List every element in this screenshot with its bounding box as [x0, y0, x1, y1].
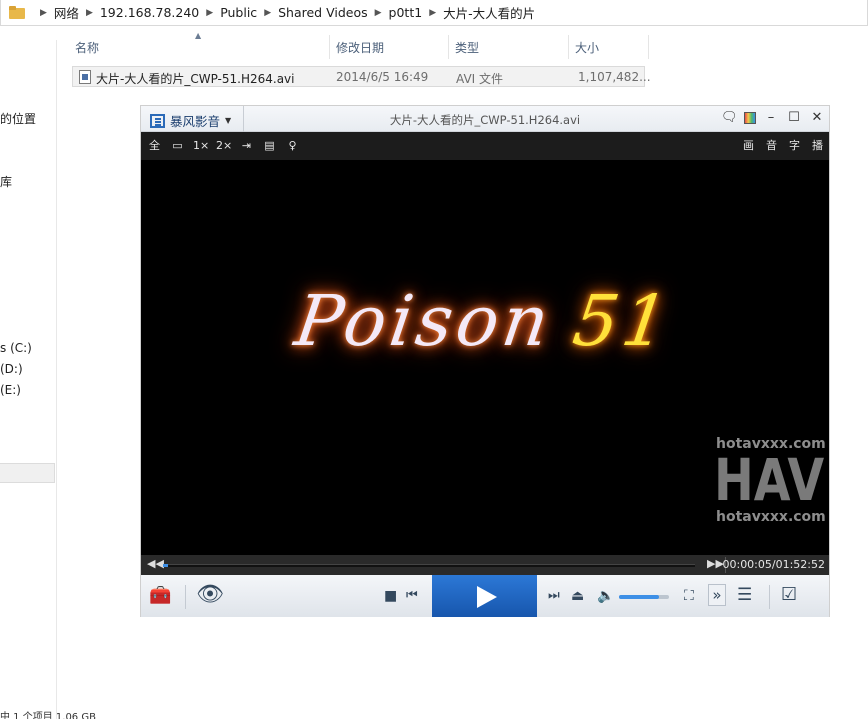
breadcrumb-p0tt1[interactable]: p0tt1	[389, 5, 423, 20]
size-2x-icon[interactable]: 2×	[216, 138, 232, 153]
player-top-toolbar: 全 ▭ 1× 2× ⇥ ▤ ♀ 画 音 字 播	[141, 132, 829, 160]
skin-icon[interactable]	[744, 112, 756, 124]
play-button[interactable]	[432, 575, 537, 617]
size-1x-icon[interactable]: 1×	[193, 138, 209, 153]
chevron-right-icon: ▶	[264, 7, 272, 18]
status-bar-text: 中 1 个项目 1.06 GB	[0, 712, 96, 719]
breadcrumb-current-folder[interactable]: 大片-大人看的片	[443, 3, 535, 22]
window-buttons: 🗨 – ☐ ✕	[721, 110, 825, 126]
watermark-logo: HAV	[714, 446, 825, 514]
nav-item-recent-places[interactable]: 的位置	[0, 110, 36, 127]
toolbox-icon[interactable]: 🧰	[149, 586, 171, 606]
file-size: 1,107,482...	[578, 70, 651, 84]
playback-settings-button[interactable]: 播	[810, 138, 825, 153]
breadcrumb-host[interactable]: 192.168.78.240	[100, 5, 199, 20]
volume-icon[interactable]: 🔈	[597, 586, 614, 606]
playlist-icon[interactable]: ☰	[737, 585, 752, 605]
video-title-text: Poison 51	[290, 280, 677, 362]
column-header-size[interactable]: 大小	[569, 35, 649, 59]
fit-window-icon[interactable]: ⇥	[239, 138, 254, 153]
video-title-word: Poison	[290, 280, 558, 362]
control-divider	[185, 585, 186, 609]
column-date-label: 修改日期	[336, 40, 385, 55]
watermark-url-bottom: hotavxxx.com	[716, 509, 826, 525]
breadcrumb: ▶ 网络 ▶ 192.168.78.240 ▶ Public ▶ Shared …	[33, 3, 535, 22]
stop-button[interactable]: ■	[384, 586, 397, 606]
mini-mode-icon[interactable]: ▤	[262, 138, 277, 153]
window-mode-icon[interactable]: ▭	[170, 138, 185, 153]
rewind-icon[interactable]: ◀◀	[147, 557, 164, 570]
column-header-type[interactable]: 类型	[449, 35, 569, 59]
eject-open-file-button[interactable]: ⏏	[571, 586, 584, 606]
column-header-name[interactable]: 名称	[72, 35, 330, 59]
address-bar[interactable]: ▶ 网络 ▶ 192.168.78.240 ▶ Public ▶ Shared …	[0, 0, 868, 26]
expand-panel-button[interactable]: »	[708, 584, 726, 606]
column-header-date[interactable]: 修改日期	[330, 35, 449, 59]
folder-icon	[9, 6, 25, 19]
nav-item-drive-c[interactable]: s (C:)	[0, 341, 32, 355]
breadcrumb-public[interactable]: Public	[220, 5, 257, 20]
check-settings-icon[interactable]: ☑	[781, 585, 797, 605]
video-file-icon	[79, 69, 91, 84]
chevron-right-icon: ▶	[429, 7, 437, 18]
fast-forward-icon[interactable]: ▶▶	[707, 557, 724, 570]
chevron-right-icon: ▶	[85, 7, 93, 18]
video-title-number: 51	[568, 280, 677, 362]
nav-item-network-selected[interactable]	[0, 463, 55, 483]
close-button[interactable]: ✕	[809, 110, 825, 126]
file-name: 大片-大人看的片_CWP-51.H264.avi	[96, 72, 295, 86]
seek-bar: ◀◀ ▶▶ 00:00:05/01:52:52	[141, 555, 829, 575]
file-type: AVI 文件	[456, 72, 504, 86]
playback-time: 00:00:05/01:52:52	[722, 558, 825, 571]
fullscreen-button[interactable]: ⛶	[684, 586, 694, 606]
breadcrumb-shared-videos[interactable]: Shared Videos	[278, 5, 368, 20]
maximize-button[interactable]: ☐	[786, 110, 802, 126]
volume-slider[interactable]	[619, 595, 669, 599]
nav-item-libraries[interactable]: 库	[0, 173, 12, 190]
fullscreen-icon[interactable]: 全	[147, 138, 162, 153]
light-icon[interactable]: ♀	[285, 138, 300, 153]
play-icon	[477, 586, 497, 608]
progress-track[interactable]	[163, 564, 695, 567]
file-row[interactable]: 大片-大人看的片_CWP-51.H264.avi 2014/6/5 16:49 …	[72, 66, 651, 87]
eye-icon[interactable]: 👁	[196, 584, 224, 606]
progress-fill	[163, 564, 169, 567]
previous-button[interactable]: ⏮	[406, 586, 418, 606]
minimize-button[interactable]: –	[763, 110, 779, 126]
navigation-pane: 的位置 库 s (C:) (D:) (E:)	[0, 40, 57, 719]
volume-fill	[619, 595, 659, 599]
column-size-label: 大小	[575, 40, 600, 55]
breadcrumb-network[interactable]: 网络	[54, 3, 79, 22]
next-button[interactable]: ⏭	[548, 586, 560, 606]
chat-icon[interactable]: 🗨	[721, 110, 738, 126]
subtitle-settings-button[interactable]: 字	[787, 138, 802, 153]
audio-settings-button[interactable]: 音	[764, 138, 779, 153]
chevron-right-icon: ▶	[40, 7, 47, 18]
file-date: 2014/6/5 16:49	[336, 70, 429, 84]
media-player-window[interactable]: 暴风影音 ▼ 大片-大人看的片_CWP-51.H264.avi 🗨 – ☐ ✕ …	[140, 105, 830, 617]
picture-settings-button[interactable]: 画	[741, 138, 756, 153]
video-area[interactable]: Poison 51 hotavxxx.com HAV hotavxxx.com	[141, 160, 829, 555]
control-divider	[769, 585, 770, 609]
nav-item-drive-e[interactable]: (E:)	[0, 383, 21, 397]
nav-item-drive-d[interactable]: (D:)	[0, 362, 23, 376]
chevron-right-icon: ▶	[206, 7, 214, 18]
column-type-label: 类型	[455, 40, 480, 55]
chevron-right-icon: ▶	[374, 7, 382, 18]
player-title-bar[interactable]: 暴风影音 ▼ 大片-大人看的片_CWP-51.H264.avi 🗨 – ☐ ✕	[141, 106, 829, 132]
column-name-label: 名称	[75, 40, 100, 55]
control-bar: 🧰 👁 ■ ⏮ ⏭ ⏏ 🔈 ⛶ » ☰ ☑	[141, 575, 829, 617]
